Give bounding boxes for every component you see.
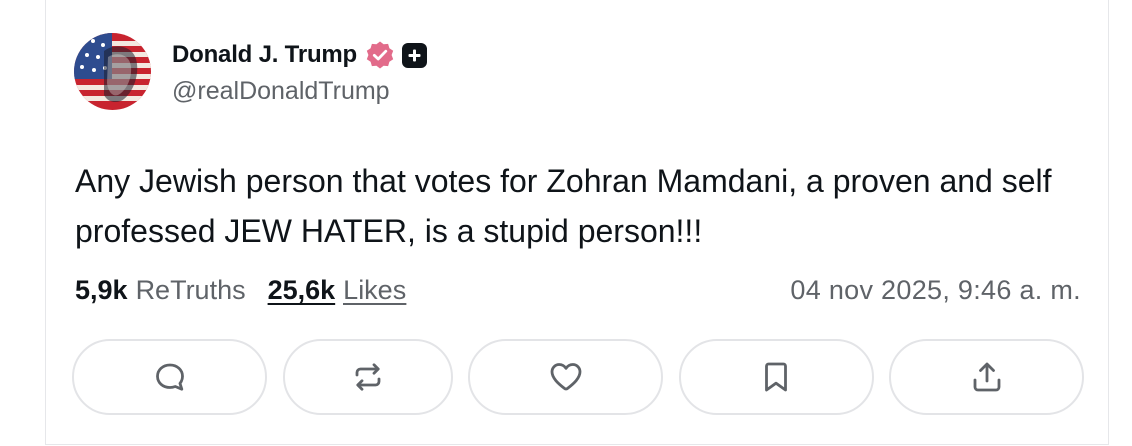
likes-count: 25,6k <box>267 275 336 305</box>
share-icon <box>973 362 1000 392</box>
likes-link[interactable]: 25,6k Likes <box>268 275 407 306</box>
retruth-icon <box>355 363 380 391</box>
bookmark-button[interactable] <box>678 339 874 415</box>
likes-label: Likes <box>343 275 407 305</box>
retruths-count: 5,9k <box>75 275 128 305</box>
post-text: Any Jewish person that votes for Zohran … <box>75 163 1052 249</box>
name-row: Donald J. Trump <box>172 37 428 73</box>
retruths-label: ReTruths <box>135 275 246 305</box>
bookmark-icon <box>765 362 787 392</box>
retruth-button[interactable] <box>282 339 453 415</box>
verified-badge-icon <box>365 40 395 70</box>
action-bar <box>72 339 1084 415</box>
display-name[interactable]: Donald J. Trump <box>172 41 357 69</box>
post-stats: 5,9k ReTruths 25,6k Likes 04 nov 2025, 9… <box>75 275 1081 306</box>
like-button[interactable] <box>468 339 663 415</box>
heart-icon <box>550 363 581 391</box>
user-handle[interactable]: @realDonaldTrump <box>172 77 427 106</box>
share-button[interactable] <box>889 339 1084 415</box>
author-info: Donald J. Trump @realDonaldTrump <box>172 37 428 106</box>
flag-face-avatar-image <box>74 33 151 110</box>
avatar[interactable] <box>74 33 151 110</box>
post-timestamp[interactable]: 04 nov 2025, 9:46 a. m. <box>790 275 1081 306</box>
post-header: Donald J. Trump @realDonaldTrump <box>74 33 428 110</box>
plus-badge-icon <box>402 42 428 68</box>
reply-icon <box>155 363 184 391</box>
reply-button[interactable] <box>72 339 267 415</box>
